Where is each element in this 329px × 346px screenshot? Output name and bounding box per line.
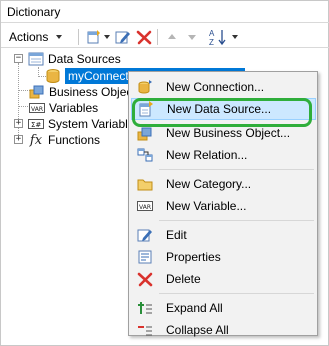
- menu-item-label: New Category...: [166, 177, 252, 191]
- menu-item-label: Edit: [166, 228, 187, 242]
- tree-label: Functions: [48, 133, 101, 147]
- sort-az-icon: A Z: [209, 29, 226, 46]
- move-up-button[interactable]: [165, 28, 179, 46]
- menu-item-new-variable[interactable]: VAR New Variable...: [131, 195, 316, 217]
- toolbar: Actions A Z: [5, 26, 326, 48]
- actions-label: Actions: [9, 30, 49, 44]
- sort-button[interactable]: A Z: [206, 28, 240, 46]
- collapse-all-icon: [134, 319, 156, 341]
- svg-text:VAR: VAR: [139, 204, 151, 211]
- tree-node-business-objects[interactable]: Business Objects: [29, 84, 142, 100]
- tree-node-functions[interactable]: fx Functions: [28, 132, 100, 148]
- properties-icon: [134, 246, 156, 268]
- menu-item-label: Delete: [166, 272, 201, 286]
- move-down-button[interactable]: [185, 28, 199, 46]
- menu-item-expand-all[interactable]: Expand All: [131, 297, 316, 319]
- svg-text:Σ#: Σ#: [31, 121, 41, 129]
- new-relation-icon: [134, 144, 156, 166]
- edit-button[interactable]: [115, 28, 131, 46]
- svg-text:VAR: VAR: [31, 106, 43, 113]
- arrow-down-icon: [188, 35, 196, 40]
- tree-node-system-variables[interactable]: Σ# System Variables: [28, 116, 140, 132]
- dictionary-panel: Dictionary Actions A Z − Data Sources my…: [0, 0, 329, 346]
- database-list-icon: [28, 51, 44, 67]
- menu-item-new-category[interactable]: New Category...: [131, 173, 316, 195]
- folder-icon: [134, 173, 156, 195]
- variable-icon: VAR: [134, 195, 156, 217]
- toolbar-separator: [157, 29, 158, 45]
- business-object-icon: [29, 84, 45, 100]
- variable-icon: VAR: [29, 100, 45, 116]
- delete-button[interactable]: [136, 28, 152, 46]
- menu-item-properties[interactable]: Properties: [131, 246, 316, 268]
- tree-node-variables[interactable]: VAR Variables: [29, 100, 98, 116]
- tree-label: Variables: [49, 101, 99, 115]
- menu-item-new-relation[interactable]: New Relation...: [131, 144, 316, 166]
- system-variable-icon: Σ#: [28, 116, 44, 132]
- panel-title: Dictionary: [7, 5, 61, 19]
- function-icon: fx: [29, 132, 43, 148]
- menu-item-delete[interactable]: Delete: [131, 268, 316, 290]
- svg-text:Z: Z: [209, 38, 214, 46]
- menu-item-label: New Connection...: [166, 80, 265, 94]
- database-icon: [45, 68, 61, 84]
- tree-node-data-sources[interactable]: Data Sources: [28, 51, 121, 67]
- menu-item-label: Expand All: [166, 301, 223, 315]
- edit-icon: [115, 31, 130, 44]
- delete-icon: [134, 268, 156, 290]
- tree-line: [18, 63, 19, 141]
- menu-item-edit[interactable]: Edit: [131, 224, 316, 246]
- chevron-down-icon: [56, 35, 63, 39]
- arrow-up-icon: [168, 34, 176, 39]
- menu-item-label: New Variable...: [166, 199, 247, 213]
- tree-label: System Variables: [48, 117, 141, 131]
- menu-item-label: New Relation...: [166, 148, 248, 162]
- svg-text:A: A: [209, 29, 215, 38]
- delete-icon: [136, 30, 152, 45]
- title-divider: [1, 22, 329, 23]
- actions-button[interactable]: Actions: [9, 28, 63, 46]
- menu-item-label: Properties: [166, 250, 221, 264]
- chevron-down-icon: [232, 35, 238, 39]
- new-connection-icon: [134, 76, 156, 98]
- toolbar-divider: [1, 47, 329, 48]
- menu-separator: [159, 220, 314, 221]
- collapse-toggle[interactable]: −: [14, 54, 23, 63]
- menu-item-label: Collapse All: [166, 323, 229, 337]
- menu-separator: [159, 169, 314, 170]
- menu-item-new-connection[interactable]: New Connection...: [131, 76, 316, 98]
- menu-separator: [159, 293, 314, 294]
- new-datasource-icon: [87, 30, 100, 44]
- menu-item-label: New Business Object...: [166, 126, 291, 140]
- expand-toggle[interactable]: +: [14, 135, 23, 144]
- menu-item-collapse-all[interactable]: Collapse All: [131, 319, 316, 341]
- edit-icon: [134, 224, 156, 246]
- chevron-down-icon: [104, 35, 110, 39]
- expand-all-icon: [134, 297, 156, 319]
- expand-toggle[interactable]: +: [14, 119, 23, 128]
- tree-label: Data Sources: [48, 52, 121, 66]
- toolbar-separator: [78, 29, 79, 45]
- new-item-button[interactable]: [84, 28, 112, 46]
- highlight-annotation-ring: [132, 98, 312, 127]
